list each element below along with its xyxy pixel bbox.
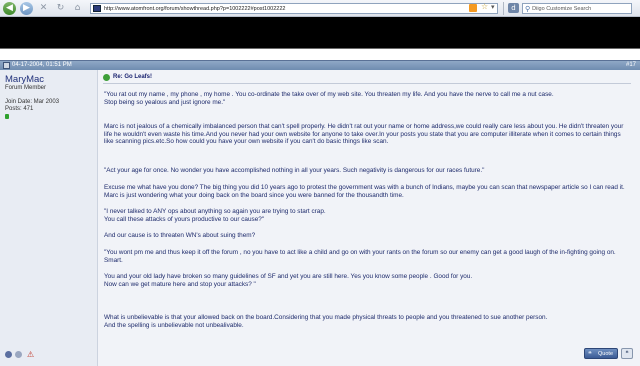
diigo-icon[interactable]: d (508, 3, 519, 13)
site-banner (0, 17, 640, 48)
join-date: Join Date: Mar 2003 (5, 99, 60, 105)
online-status-icon (5, 351, 12, 358)
post-paragraph: "You rat out my name , my phone , my hom… (104, 91, 554, 106)
back-button[interactable]: ◀ (3, 1, 16, 15)
user-info-panel (0, 70, 97, 366)
post-paragraph: Marc is not jealous of a chemically imba… (104, 123, 624, 146)
post-date: 04-17-2004, 01:51 PM (12, 62, 72, 68)
stop-button[interactable]: ✕ (37, 2, 50, 15)
search-input[interactable]: ⚲ Diigo Customize Search (522, 3, 632, 14)
arrow-right-icon: ▶ (23, 2, 30, 13)
address-bar[interactable]: http://www.atomfront.org/forum/showthrea… (90, 3, 498, 14)
star-icon[interactable]: ☆ (481, 2, 488, 11)
toolbar-divider (503, 2, 504, 15)
post-divider (103, 83, 631, 84)
page-favicon-icon (93, 5, 101, 12)
post-paragraph: "Act your age for once. No wonder you ha… (104, 167, 485, 174)
rss-icon[interactable] (469, 4, 477, 12)
user-title: Forum Member (5, 85, 47, 91)
quote-button[interactable]: ❝ Quote (584, 348, 618, 359)
arrow-left-icon: ◀ (6, 2, 13, 13)
post-status-icon (3, 62, 10, 69)
home-button[interactable]: ⌂ (71, 2, 84, 15)
post-header-bar: 04-17-2004, 01:51 PM #17 (0, 60, 640, 70)
user-menu-icon[interactable] (15, 351, 22, 358)
post-paragraph: You and your old lady have broken so man… (104, 273, 473, 288)
multi-quote-icon: ❝ (625, 350, 629, 357)
close-icon: ✕ (39, 2, 48, 13)
refresh-button[interactable]: ↻ (54, 2, 67, 15)
multi-quote-button[interactable]: ❝ (621, 348, 633, 359)
post-title-icon (103, 74, 110, 81)
reputation-icon (5, 114, 9, 119)
search-icon: ⚲ (525, 4, 531, 13)
report-post-icon[interactable]: ⚠ (27, 351, 34, 359)
post-number-link[interactable]: #17 (626, 62, 636, 68)
post-paragraph: What is unbelievable is that your allowe… (104, 314, 548, 329)
banner-divider (0, 48, 640, 49)
quote-label: Quote (598, 350, 613, 357)
home-icon: ⌂ (74, 2, 81, 13)
post-paragraph: "I never talked to ANY ops about anythin… (104, 208, 326, 223)
refresh-icon: ↻ (56, 2, 65, 13)
post-paragraph: And our cause is to threaten WN's about … (104, 232, 256, 239)
post-paragraph: Excuse me what have you done? The big th… (104, 184, 625, 199)
username-link[interactable]: MaryMac (5, 74, 44, 85)
post-title: Re: Go Leafs! (113, 74, 153, 80)
chevron-down-icon[interactable]: ▾ (491, 3, 495, 11)
post-paragraph: "You wont pm me and thus keep it off the… (104, 249, 616, 264)
post-count: Posts: 471 (5, 106, 34, 112)
address-url: http://www.atomfront.org/forum/showthrea… (104, 5, 286, 12)
search-placeholder: Diigo Customize Search (532, 5, 592, 12)
forward-button[interactable]: ▶ (20, 1, 33, 15)
quote-icon: ❝ (588, 351, 592, 358)
